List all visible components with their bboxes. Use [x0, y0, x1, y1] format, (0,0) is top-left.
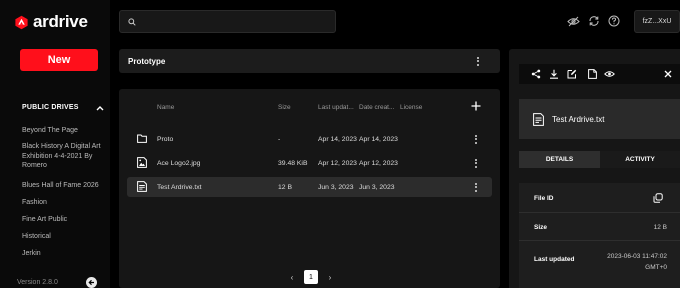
row-menu-icon[interactable] — [472, 134, 480, 144]
details-toolbar — [519, 64, 680, 84]
divider — [519, 212, 680, 213]
sidebar-drive-item[interactable]: Black History A Digital Art Exhibition 4… — [22, 142, 108, 171]
file-last-updated: Apr 14, 2023 — [318, 136, 357, 143]
edit-icon[interactable] — [566, 68, 578, 80]
size-label: Size — [534, 224, 548, 231]
account-button[interactable]: fzZ...XxU — [634, 10, 680, 33]
file-last-updated: Jun 3, 2023 — [318, 184, 354, 191]
column-header-last-updated[interactable]: Last updat... — [318, 104, 354, 111]
file-size: - — [278, 136, 281, 143]
file-size: 12 B — [278, 184, 292, 191]
collapse-sidebar-button[interactable] — [86, 277, 97, 288]
file-date-created: Apr 12, 2023 — [359, 160, 398, 167]
text-file-icon — [137, 181, 147, 192]
search-bar[interactable] — [119, 10, 336, 33]
close-icon[interactable] — [662, 68, 674, 80]
download-icon[interactable] — [548, 68, 560, 80]
table-row[interactable] — [127, 129, 492, 149]
help-icon[interactable] — [607, 14, 621, 28]
breadcrumb-bar: Prototype — [119, 49, 500, 73]
last-updated-label: Last updated — [534, 256, 575, 263]
file-date-created: Apr 14, 2023 — [359, 136, 398, 143]
sidebar-drive-item[interactable]: Beyond The Page — [22, 126, 108, 136]
share-icon[interactable] — [530, 68, 542, 80]
details-file-name: Test Ardrive.txt — [552, 114, 605, 124]
sidebar-drive-item[interactable]: Fine Art Public — [22, 215, 108, 225]
file-id-label: File ID — [534, 195, 554, 202]
tab-activity[interactable]: ACTIVITY — [600, 151, 680, 168]
new-button[interactable]: New — [20, 49, 98, 71]
add-column-icon[interactable] — [471, 101, 481, 111]
file-name[interactable]: Ace Logo2.jpg — [157, 160, 200, 167]
column-header-size[interactable]: Size — [278, 104, 291, 111]
search-input[interactable] — [142, 17, 322, 26]
pagination: ‹ 1 › — [288, 270, 334, 284]
arrow-left-icon — [88, 279, 95, 286]
last-updated-value: 2023-06-03 11:47:02 GMT+0 — [607, 253, 667, 271]
sync-icon[interactable] — [587, 14, 601, 28]
file-date-created: Jun 3, 2023 — [359, 184, 395, 191]
copy-icon[interactable] — [653, 193, 663, 203]
file-icon[interactable] — [586, 68, 598, 80]
row-menu-icon[interactable] — [472, 158, 480, 168]
preview-icon[interactable] — [603, 68, 615, 80]
prev-page-button[interactable]: ‹ — [288, 273, 296, 282]
text-file-icon — [533, 112, 544, 126]
sidebar-drive-item[interactable]: Historical — [22, 232, 108, 242]
row-menu-icon[interactable] — [472, 182, 480, 192]
search-icon — [128, 17, 136, 26]
folder-icon — [137, 134, 147, 143]
eye-off-icon[interactable] — [566, 14, 580, 28]
column-header-name[interactable]: Name — [157, 104, 174, 111]
column-header-license[interactable]: License — [400, 104, 422, 111]
public-drives-header[interactable]: PUBLIC DRIVES — [22, 104, 104, 111]
folder-menu-icon[interactable] — [474, 56, 482, 66]
details-file-card: Test Ardrive.txt — [519, 99, 680, 139]
app-logo[interactable]: ardrive — [14, 12, 88, 32]
file-name[interactable]: Proto — [157, 136, 173, 143]
file-name[interactable]: Test Ardrive.txt — [157, 184, 202, 191]
ardrive-logo-icon — [14, 15, 29, 30]
file-last-updated: Apr 12, 2023 — [318, 160, 357, 167]
chevron-up-icon[interactable] — [96, 105, 104, 111]
public-drives-label: PUBLIC DRIVES — [22, 104, 79, 111]
sidebar-drive-item[interactable]: Fashion — [22, 198, 108, 208]
file-size: 39.48 KiB — [278, 160, 308, 167]
sidebar-drive-item[interactable]: Blues Hall of Fame 2026 — [22, 181, 108, 191]
divider — [519, 240, 680, 241]
image-file-icon — [137, 157, 147, 168]
sidebar-drive-item[interactable]: Jerkin — [22, 249, 108, 259]
column-header-date-created[interactable]: Date creat... — [359, 104, 394, 111]
page-number-button[interactable]: 1 — [304, 270, 318, 284]
tab-details[interactable]: DETAILS — [519, 151, 600, 168]
next-page-button[interactable]: › — [326, 273, 334, 282]
breadcrumb[interactable]: Prototype — [128, 57, 165, 66]
version-label: Version 2.8.0 — [17, 279, 58, 286]
app-name: ardrive — [33, 12, 88, 31]
size-value: 12 B — [653, 224, 667, 231]
